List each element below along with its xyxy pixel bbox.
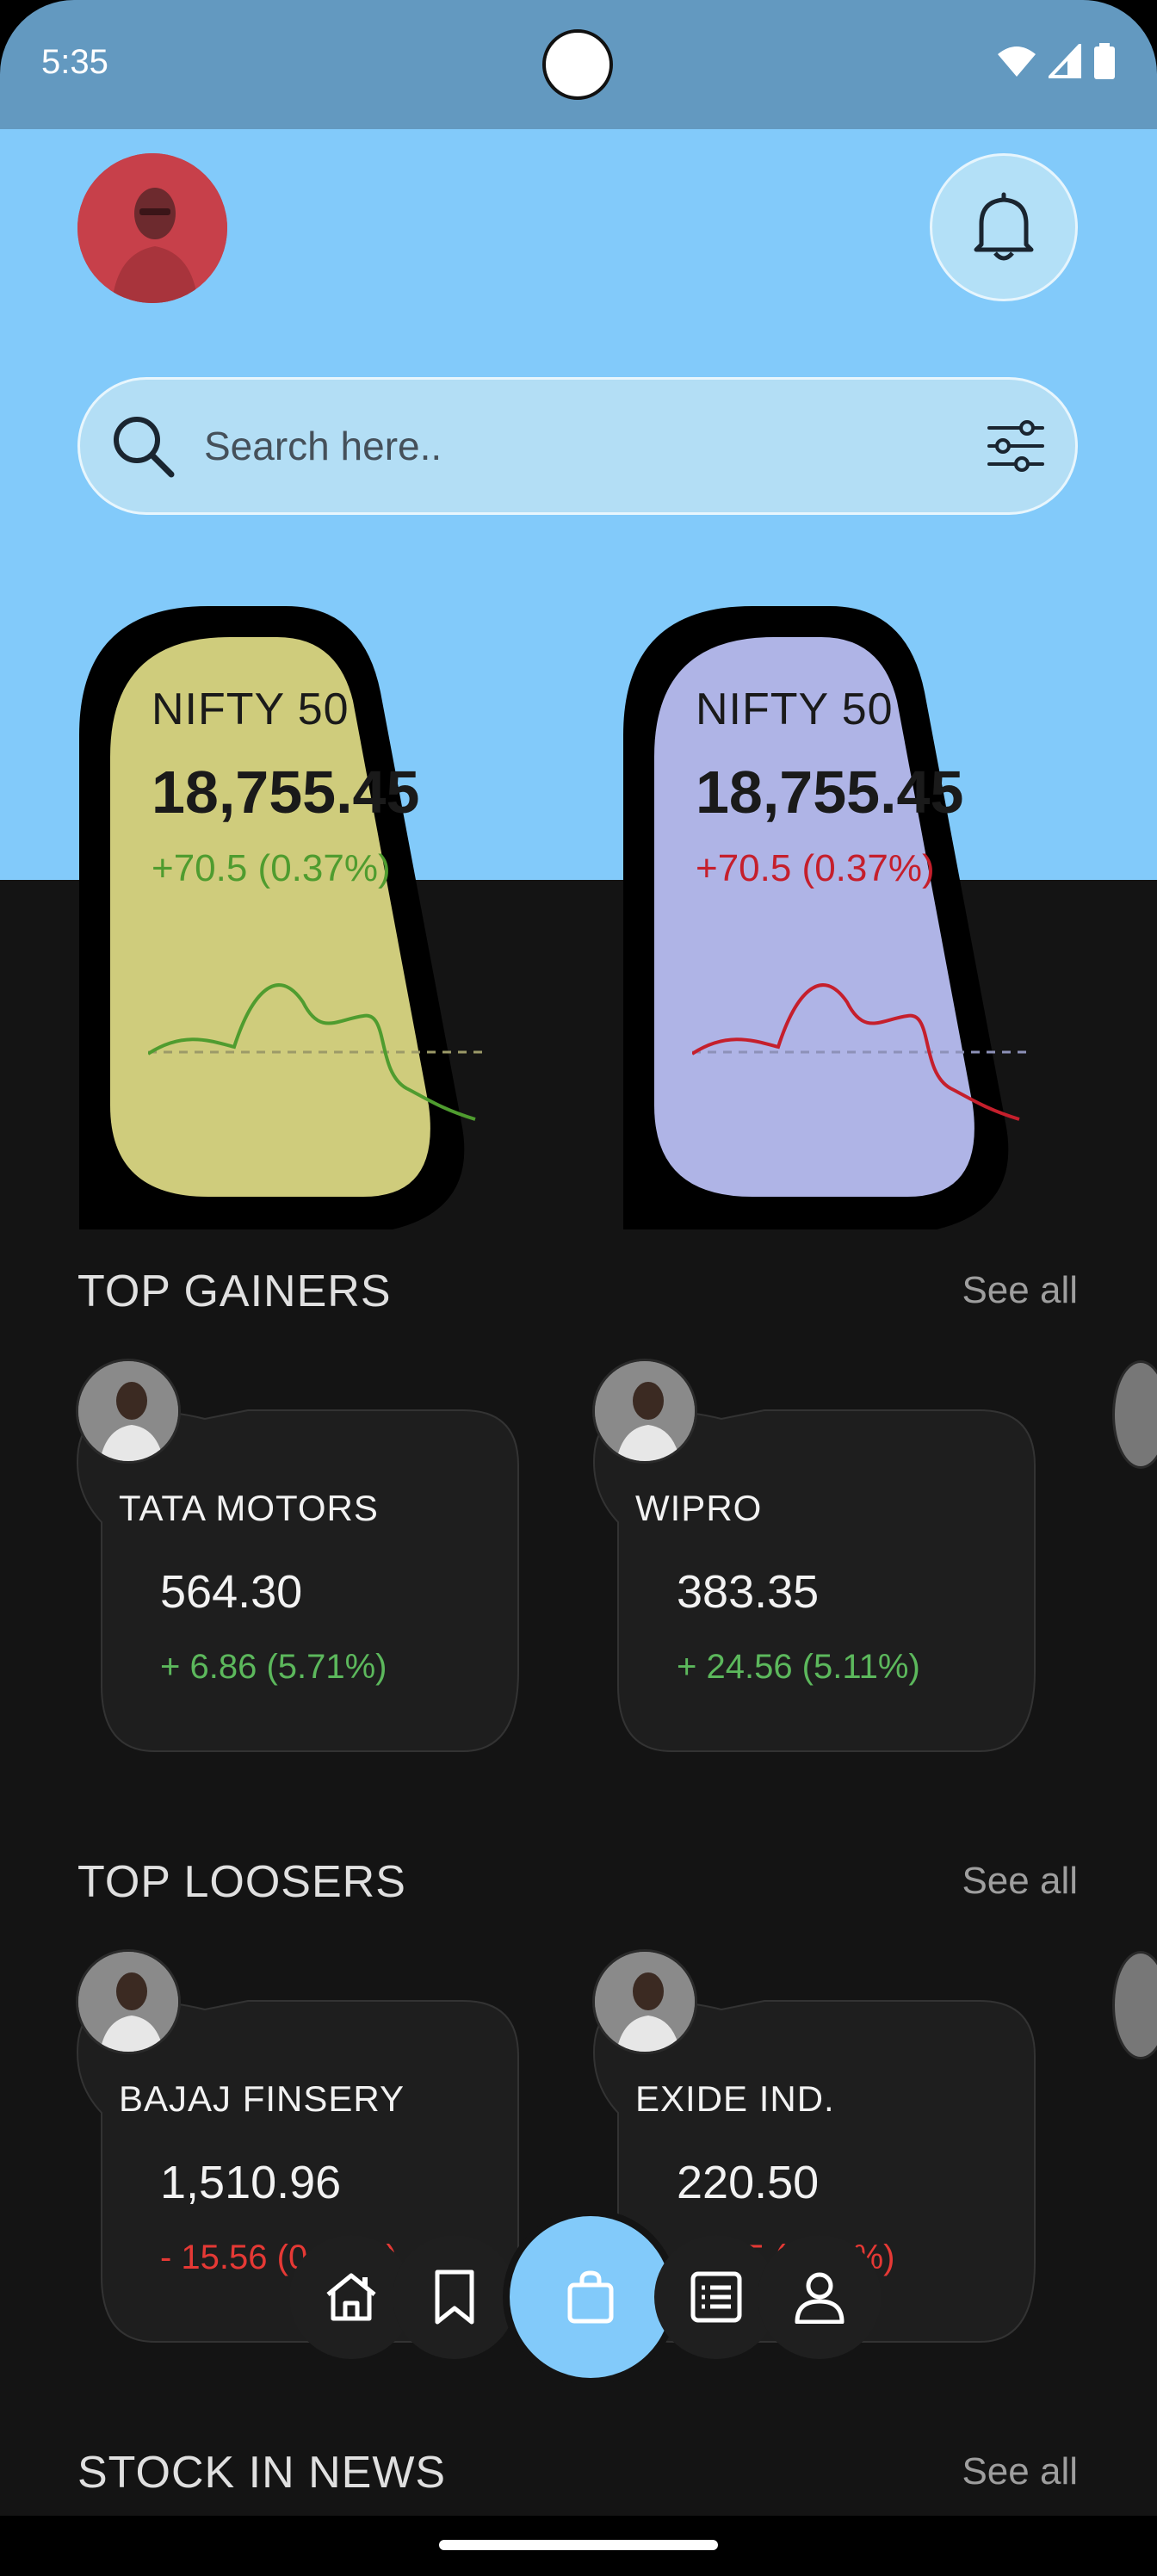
next-card-peek xyxy=(1112,1951,1157,2059)
app-screen: 5:35 Search here.. NIFTY 50 18,755.45 +7… xyxy=(0,0,1157,2576)
bell-icon xyxy=(974,192,1034,261)
search-bar[interactable] xyxy=(77,377,1078,515)
next-card-peek xyxy=(1112,1360,1157,1469)
gainer-card[interactable]: TATA MOTORS 564.30 + 6.86 (5.71%) xyxy=(76,1359,523,1755)
bottom-navigation xyxy=(289,2209,892,2385)
status-bar: 5:35 xyxy=(0,0,1157,129)
wifi-icon xyxy=(998,46,1036,77)
search-icon xyxy=(114,417,175,478)
stock-name: EXIDE IND. xyxy=(635,2078,835,2119)
home-indicator[interactable] xyxy=(439,2540,718,2550)
index-trend-line xyxy=(148,983,484,1121)
stock-change: + 6.86 (5.71%) xyxy=(160,1648,387,1686)
battery-icon xyxy=(1094,43,1115,79)
stock-price: 383.35 xyxy=(677,1566,820,1618)
stock-logo xyxy=(592,1359,697,1464)
index-name: NIFTY 50 xyxy=(696,684,894,734)
stock-name: BAJAJ FINSERY xyxy=(119,2078,405,2119)
stock-logo xyxy=(76,1949,181,2054)
top-losers-see-all[interactable]: See all xyxy=(962,1860,1078,1903)
stock-price: 564.30 xyxy=(160,1566,303,1618)
nav-bookmarks[interactable] xyxy=(393,2235,517,2359)
index-change: +70.5 (0.37%) xyxy=(696,847,935,889)
nav-profile[interactable] xyxy=(758,2235,882,2359)
stock-price: 220.50 xyxy=(677,2157,820,2208)
camera-cutout xyxy=(542,29,613,100)
index-change: +70.5 (0.37%) xyxy=(152,847,391,889)
stock-change: + 24.56 (5.11%) xyxy=(677,1648,920,1686)
stock-logo xyxy=(592,1949,697,2054)
stock-name: TATA MOTORS xyxy=(119,1488,379,1528)
index-card[interactable]: NIFTY 50 18,755.45 +70.5 (0.37%) xyxy=(79,606,548,1229)
home-icon xyxy=(326,2273,376,2321)
index-name: NIFTY 50 xyxy=(152,684,350,734)
gainer-card[interactable]: WIPRO 383.35 + 24.56 (5.11%) xyxy=(592,1359,1040,1755)
bookmark-icon xyxy=(435,2269,474,2325)
index-value: 18,755.45 xyxy=(696,759,964,826)
index-card[interactable]: NIFTY 50 18,755.45 +70.5 (0.37%) xyxy=(623,606,1092,1229)
top-gainers-see-all[interactable]: See all xyxy=(962,1269,1078,1312)
index-value: 18,755.45 xyxy=(152,759,420,826)
signal-icon xyxy=(1049,44,1081,78)
stock-in-news-title: STOCK IN NEWS xyxy=(77,2448,447,2498)
person-photo xyxy=(77,153,227,303)
top-losers-title: TOP LOOSERS xyxy=(77,1857,406,1907)
index-trend-line xyxy=(692,983,1028,1121)
filter-icon[interactable] xyxy=(986,418,1046,474)
user-avatar[interactable] xyxy=(77,153,227,303)
search-input[interactable] xyxy=(204,418,893,474)
nav-portfolio[interactable] xyxy=(503,2209,678,2385)
list-icon xyxy=(690,2271,742,2323)
status-icons xyxy=(997,43,1116,79)
notifications-button[interactable] xyxy=(930,153,1078,301)
stock-price: 1,510.96 xyxy=(160,2157,342,2208)
stock-name: WIPRO xyxy=(635,1488,763,1528)
stock-in-news-see-all[interactable]: See all xyxy=(962,2450,1078,2493)
top-gainers-title: TOP GAINERS xyxy=(77,1266,392,1316)
status-time: 5:35 xyxy=(41,43,108,81)
stock-logo xyxy=(76,1359,181,1464)
bag-icon xyxy=(567,2270,614,2324)
profile-icon xyxy=(795,2272,845,2324)
